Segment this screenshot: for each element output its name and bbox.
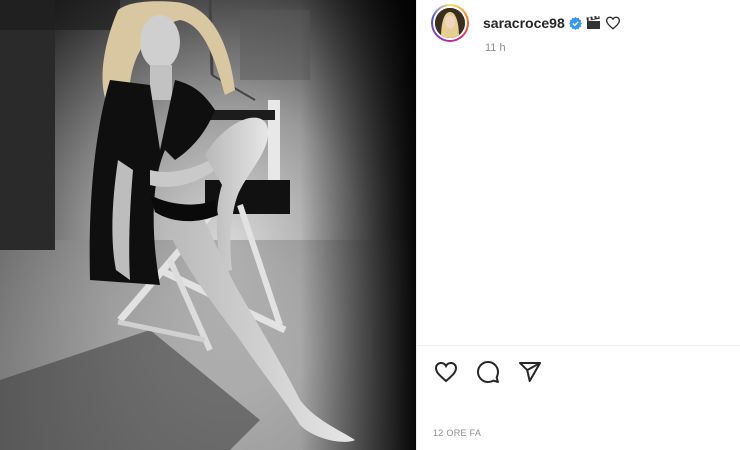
post-header: saracroce98: [417, 0, 740, 46]
like-button[interactable]: [433, 359, 459, 385]
clapper-board-icon: [586, 16, 601, 30]
photo-image: [0, 0, 416, 450]
post-date[interactable]: 12 ORE FA: [433, 428, 481, 438]
post-side-panel: saracroce98 11 h 12 ORE FA: [416, 0, 740, 450]
story-ring[interactable]: [431, 4, 469, 42]
avatar: [435, 8, 465, 38]
comment-icon: [477, 361, 499, 383]
heart-icon: [434, 361, 458, 383]
comment-button[interactable]: [475, 359, 501, 385]
heart-outline-icon: [605, 16, 621, 30]
divider: [417, 345, 740, 346]
share-button[interactable]: [517, 359, 543, 385]
post-time[interactable]: 11 h: [485, 42, 506, 54]
instagram-post: saracroce98 11 h 12 ORE FA: [0, 0, 740, 450]
post-photo[interactable]: [0, 0, 416, 450]
verified-badge-icon: [568, 16, 582, 30]
avatar-image: [435, 8, 465, 38]
send-icon: [519, 362, 541, 382]
post-actions: [433, 359, 543, 385]
username-link[interactable]: saracroce98: [483, 15, 565, 31]
